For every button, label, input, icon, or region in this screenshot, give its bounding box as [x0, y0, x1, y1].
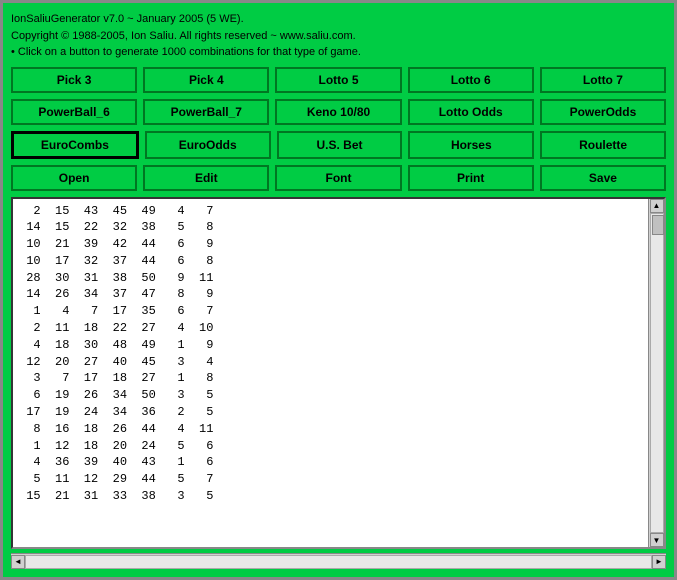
header-text: IonSaliuGenerator v7.0 ~ January 2005 (5…: [11, 11, 666, 61]
output-content[interactable]: 2 15 43 45 49 4 7 14 15 22 32 38 5 8 10 …: [13, 199, 648, 548]
scroll-left-button[interactable]: ◄: [11, 555, 25, 569]
powerodds-button[interactable]: PowerOdds: [540, 99, 666, 125]
scroll-right-button[interactable]: ►: [652, 555, 666, 569]
scroll-up-button[interactable]: ▲: [650, 199, 664, 213]
euroOdds-button[interactable]: EuroOdds: [145, 131, 271, 159]
save-button[interactable]: Save: [540, 165, 666, 191]
header-line2: Copyright © 1988-2005, Ion Saliu. All ri…: [11, 28, 666, 45]
keno-button[interactable]: Keno 10/80: [275, 99, 401, 125]
roulette-button[interactable]: Roulette: [540, 131, 666, 159]
pick3-button[interactable]: Pick 3: [11, 67, 137, 93]
lotto7-button[interactable]: Lotto 7: [540, 67, 666, 93]
vertical-scrollbar[interactable]: ▲ ▼: [648, 199, 664, 548]
edit-button[interactable]: Edit: [143, 165, 269, 191]
button-row-1: Pick 3Pick 4Lotto 5 Lotto 6Lotto 7: [11, 67, 666, 93]
scroll-track[interactable]: [650, 213, 664, 534]
horses-button[interactable]: Horses: [408, 131, 534, 159]
h-scroll-track[interactable]: [25, 555, 652, 569]
usbet-button[interactable]: U.S. Bet: [277, 131, 403, 159]
print-button[interactable]: Print: [408, 165, 534, 191]
pick4-button[interactable]: Pick 4: [143, 67, 269, 93]
open-button[interactable]: Open: [11, 165, 137, 191]
button-row-4: OpenEditFont PrintSave: [11, 165, 666, 191]
lotto-odds-button[interactable]: Lotto Odds: [408, 99, 534, 125]
lotto6-button[interactable]: Lotto 6: [408, 67, 534, 93]
button-row-3: EuroCombsEuroOddsU.S. BetHorsesRoulette: [11, 131, 666, 159]
main-window: IonSaliuGenerator v7.0 ~ January 2005 (5…: [0, 0, 677, 580]
scroll-thumb[interactable]: [652, 215, 664, 235]
font-button[interactable]: Font: [275, 165, 401, 191]
header-line1: IonSaliuGenerator v7.0 ~ January 2005 (5…: [11, 11, 666, 28]
header-line3: • Click on a button to generate 1000 com…: [11, 44, 666, 61]
eurocombs-button[interactable]: EuroCombs: [11, 131, 139, 159]
output-area: 2 15 43 45 49 4 7 14 15 22 32 38 5 8 10 …: [11, 197, 666, 550]
horizontal-scrollbar[interactable]: ◄ ►: [11, 553, 666, 569]
powerball6-button[interactable]: PowerBall_6: [11, 99, 137, 125]
scroll-down-button[interactable]: ▼: [650, 533, 664, 547]
button-row-2: PowerBall_6PowerBall_7Keno 10/80 Lotto Od…: [11, 99, 666, 125]
lotto5-button[interactable]: Lotto 5: [275, 67, 401, 93]
powerball7-button[interactable]: PowerBall_7: [143, 99, 269, 125]
